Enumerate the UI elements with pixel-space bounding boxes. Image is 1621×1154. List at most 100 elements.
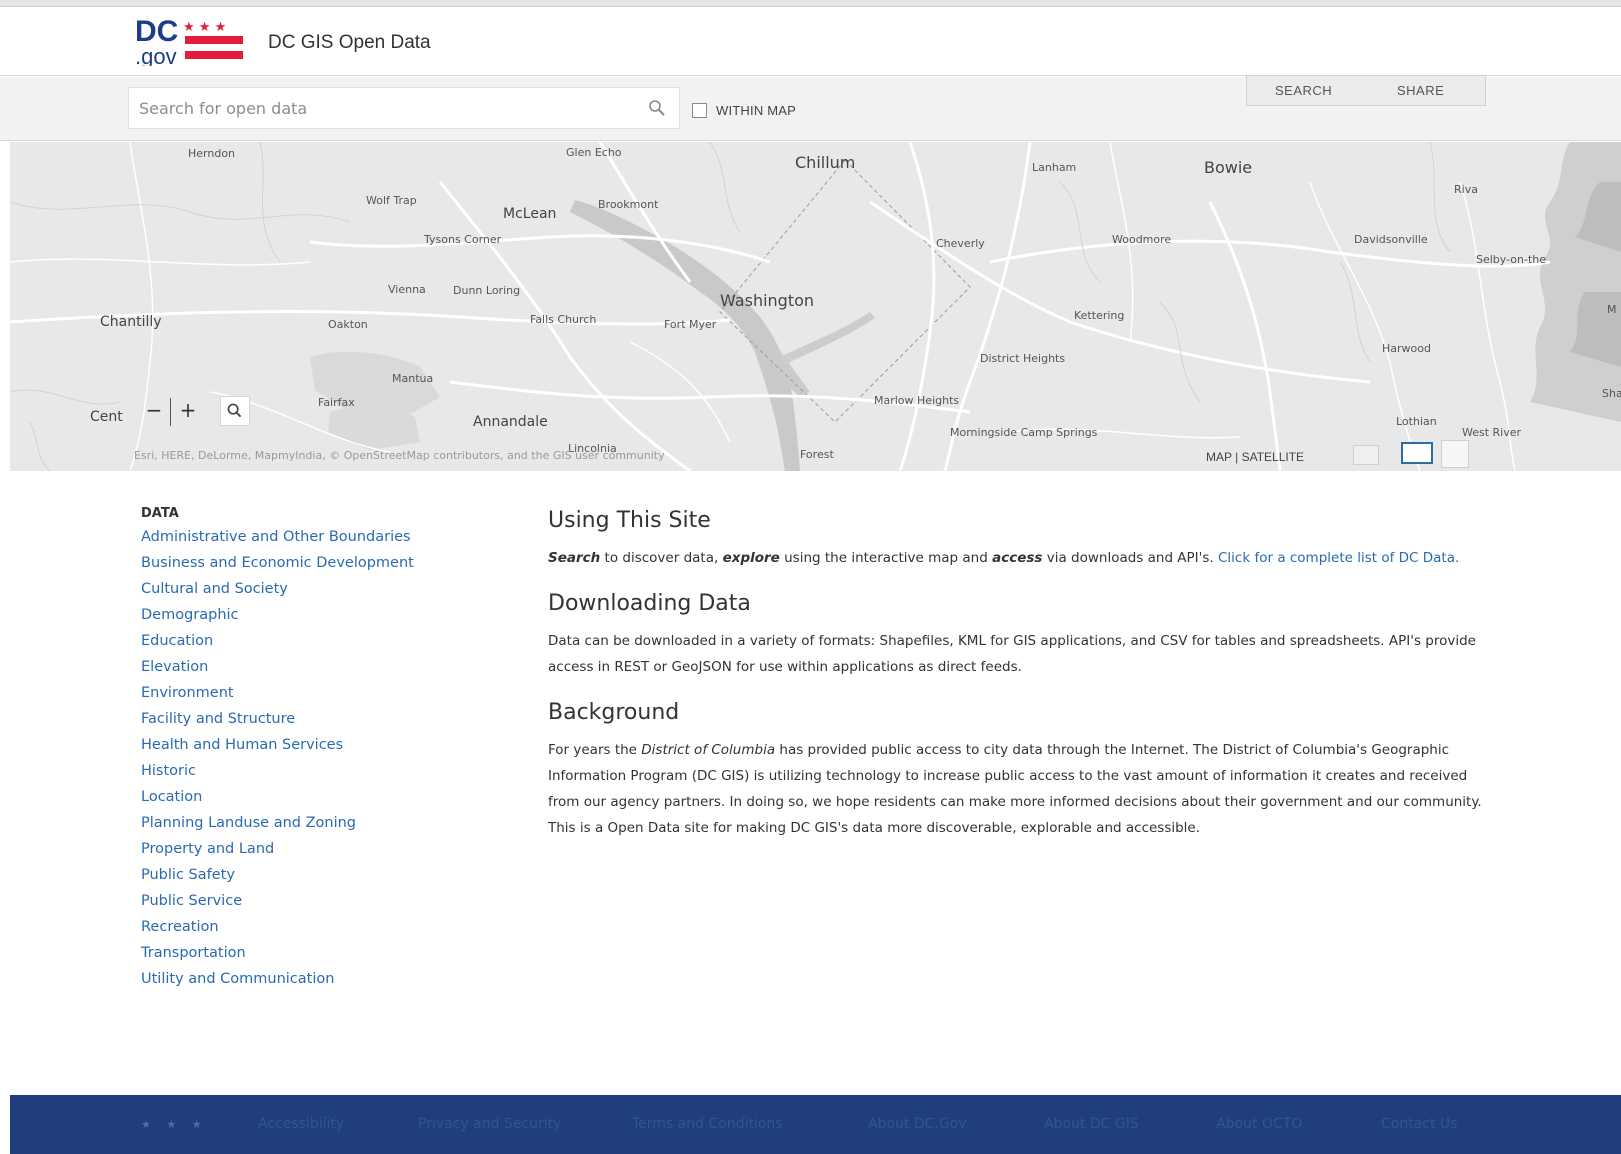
section-title-background: Background (548, 700, 680, 725)
category-link[interactable]: Business and Economic Development (141, 555, 414, 571)
list-item: Transportation (141, 942, 461, 968)
basemap-thumbnail-imagery[interactable] (1441, 440, 1469, 468)
map-label: McLean (503, 206, 557, 222)
map-label: Chillum (795, 153, 856, 172)
category-link[interactable]: Facility and Structure (141, 711, 295, 727)
category-link[interactable]: Education (141, 633, 213, 649)
map-label: Lanham (1032, 161, 1077, 174)
map-label: Morningside Camp Springs (950, 426, 1098, 439)
dc-emphasis: District of Columbia (641, 742, 776, 758)
map-label: Wolf Trap (366, 194, 417, 207)
basemap-thumbnail-streets[interactable] (1401, 442, 1433, 464)
category-link[interactable]: Property and Land (141, 841, 274, 857)
text-span: For years the (548, 742, 642, 758)
list-item: Environment (141, 682, 461, 708)
search-emphasis: Search (548, 550, 601, 566)
category-link[interactable]: Elevation (141, 659, 208, 675)
map-label: Cent (90, 409, 123, 425)
map-label: Harwood (1382, 342, 1431, 355)
svg-text:★ ★ ★: ★ ★ ★ (183, 20, 226, 35)
sidebar-heading: DATA (141, 506, 179, 521)
search-box (128, 87, 680, 129)
map-attribution: Esri, HERE, DeLorme, MapmyIndia, © OpenS… (134, 449, 665, 462)
site-header: DC .gov ★ ★ ★ DC GIS Open Data (0, 8, 1621, 76)
map-label: Washington (720, 291, 815, 310)
list-item: Property and Land (141, 838, 461, 864)
category-link[interactable]: Health and Human Services (141, 737, 343, 753)
map-label: Oakton (328, 318, 368, 331)
map-label: Chantilly (100, 314, 162, 330)
category-link[interactable]: Utility and Communication (141, 971, 334, 987)
map-label: Falls Church (530, 313, 597, 326)
category-link[interactable]: Location (141, 789, 202, 805)
section-title-downloading: Downloading Data (548, 591, 751, 616)
zoom-in-button[interactable]: + (178, 396, 198, 426)
category-link[interactable]: Public Safety (141, 867, 235, 883)
map-label: Cheverly (936, 237, 985, 250)
map-label: Riva (1454, 183, 1478, 196)
search-tab[interactable]: SEARCH (1275, 83, 1332, 98)
dc-gov-logo[interactable]: DC .gov ★ ★ ★ (135, 14, 253, 66)
share-tab[interactable]: SHARE (1397, 83, 1444, 98)
category-link[interactable]: Planning Landuse and Zoning (141, 815, 356, 831)
list-item: Public Service (141, 890, 461, 916)
list-item: Planning Landuse and Zoning (141, 812, 461, 838)
map-label: Herndon (188, 147, 236, 160)
site-title[interactable]: DC GIS Open Data (268, 32, 431, 54)
category-link[interactable]: Transportation (141, 945, 246, 961)
map-label: Tysons Corner (424, 233, 502, 246)
map-label: Dunn Loring (453, 284, 521, 297)
map-label: Brookmont (598, 198, 659, 211)
map-label: Selby-on-the (1476, 253, 1547, 266)
category-link[interactable]: Public Service (141, 893, 242, 909)
map-search-icon[interactable] (220, 396, 250, 426)
text-span: via downloads and API's. (1042, 550, 1218, 566)
map-label: Glen Echo (566, 146, 622, 159)
svg-text:.gov: .gov (135, 44, 177, 66)
list-item: Health and Human Services (141, 734, 461, 760)
complete-list-link[interactable]: Click for a complete list of DC Data. (1218, 550, 1459, 566)
list-item: Administrative and Other Boundaries (141, 526, 461, 552)
map-label: Forest (800, 448, 834, 461)
search-input[interactable] (139, 96, 619, 120)
interactive-map[interactable]: Herndon Glen Echo Chillum Lanham Bowie R… (10, 142, 1621, 471)
footer-link-contact[interactable]: Contact Us (1381, 1116, 1457, 1132)
map-label: Sha Sic (1602, 387, 1621, 400)
map-label: Fort Myer (664, 318, 717, 331)
footer-link-about-octo[interactable]: About OCTO (1216, 1116, 1302, 1132)
zoom-out-button[interactable]: − (144, 396, 164, 426)
footer-link-privacy[interactable]: Privacy and Security (418, 1116, 561, 1132)
category-link[interactable]: Environment (141, 685, 234, 701)
category-link[interactable]: Historic (141, 763, 196, 779)
section-title-using: Using This Site (548, 508, 711, 533)
list-item: Location (141, 786, 461, 812)
search-bar: WITHIN MAP SEARCH SHARE (0, 75, 1621, 141)
search-icon[interactable] (647, 98, 667, 118)
map-label: Lothian (1396, 415, 1437, 428)
basemap-toggle[interactable]: MAP | SATELLITE (1206, 450, 1304, 464)
action-bar: SEARCH SHARE (1246, 75, 1486, 106)
footer-stars-icon: ★ ★ ★ (141, 1118, 208, 1131)
map-label: Bowie (1204, 158, 1253, 177)
map-label: Marlow Heights (874, 394, 960, 407)
map-label: Annandale (473, 414, 548, 430)
map-label: District Heights (980, 352, 1066, 365)
access-emphasis: access (992, 550, 1043, 566)
category-link[interactable]: Cultural and Society (141, 581, 288, 597)
footer-link-accessibility[interactable]: Accessibility (258, 1116, 344, 1132)
explore-emphasis: explore (722, 550, 780, 566)
text-span: to discover data, (600, 550, 723, 566)
category-link[interactable]: Recreation (141, 919, 219, 935)
list-item: Cultural and Society (141, 578, 461, 604)
list-item: Recreation (141, 916, 461, 942)
within-map-checkbox[interactable] (692, 103, 707, 118)
map-label: M (1607, 303, 1617, 316)
footer-link-about-dcgov[interactable]: About DC.Gov (868, 1116, 967, 1132)
map-label: Woodmore (1112, 233, 1172, 246)
category-link[interactable]: Demographic (141, 607, 239, 623)
map-label: Davidsonville (1354, 233, 1428, 246)
footer-link-about-dcgis[interactable]: About DC GIS (1044, 1116, 1139, 1132)
basemap-thumbnail-gray[interactable] (1353, 445, 1379, 465)
category-link[interactable]: Administrative and Other Boundaries (141, 529, 411, 545)
footer-link-terms[interactable]: Terms and Conditions (632, 1116, 783, 1132)
